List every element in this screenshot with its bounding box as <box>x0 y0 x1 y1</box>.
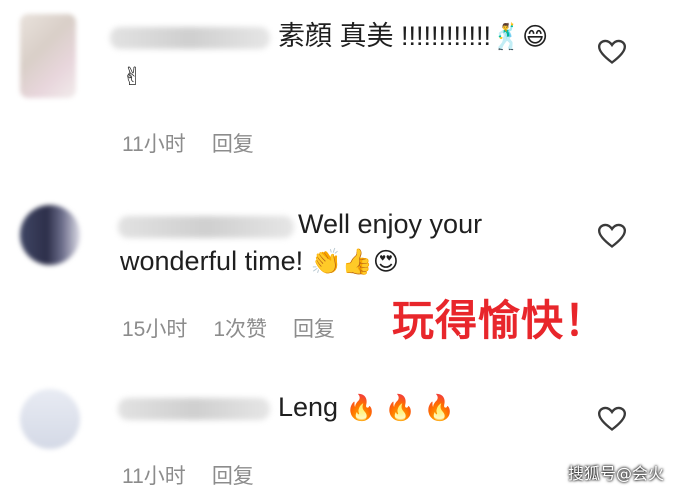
overlay-caption: 玩得愉快！ <box>392 296 608 345</box>
avatar[interactable] <box>20 205 80 265</box>
heart-icon[interactable] <box>598 223 626 249</box>
username-blurred[interactable] <box>118 398 270 420</box>
comment-meta: 15小时 1次赞 回复 <box>122 313 361 343</box>
comment-emojis: 👏👍😍 <box>310 247 399 276</box>
heart-icon[interactable] <box>598 39 626 65</box>
username-blurred[interactable] <box>110 27 270 49</box>
reply-button[interactable]: 回复 <box>293 318 335 341</box>
timestamp: 15小时 <box>122 318 188 341</box>
timestamp: 11小时 <box>122 465 186 488</box>
avatar[interactable] <box>20 14 76 98</box>
watermark: 搜狐号@会火 <box>567 464 664 483</box>
comment-meta: 11小时 回复 <box>122 460 280 490</box>
comment-text-line1: Well enjoy your <box>298 209 483 239</box>
timestamp: 11小时 <box>122 133 186 156</box>
reply-button[interactable]: 回复 <box>212 133 254 156</box>
avatar[interactable] <box>20 389 80 449</box>
comment-text: Leng 🔥 🔥 🔥 <box>278 388 455 427</box>
comment-text: 素顔 真美 !!!!!!!!!!!!🕺😄 <box>278 17 548 56</box>
comment-meta: 11小时 回复 <box>122 128 280 158</box>
username-blurred[interactable] <box>118 216 294 238</box>
comment-emojis: 🔥 🔥 🔥 <box>345 393 455 422</box>
comment-body: 素顔 真美 !!!!!!!!!!!! <box>278 21 492 51</box>
comment-text-line2: wonderful time! 👏👍😍 <box>120 242 399 281</box>
like-count: 1次赞 <box>213 318 268 341</box>
reply-button[interactable]: 回复 <box>212 465 254 488</box>
comment-emojis-line2: ✌ <box>122 62 143 91</box>
heart-icon[interactable] <box>598 406 626 432</box>
comment-emojis: 🕺😄 <box>491 22 549 51</box>
comment-body: wonderful time! <box>120 246 304 276</box>
comment-body: Leng <box>278 392 339 422</box>
